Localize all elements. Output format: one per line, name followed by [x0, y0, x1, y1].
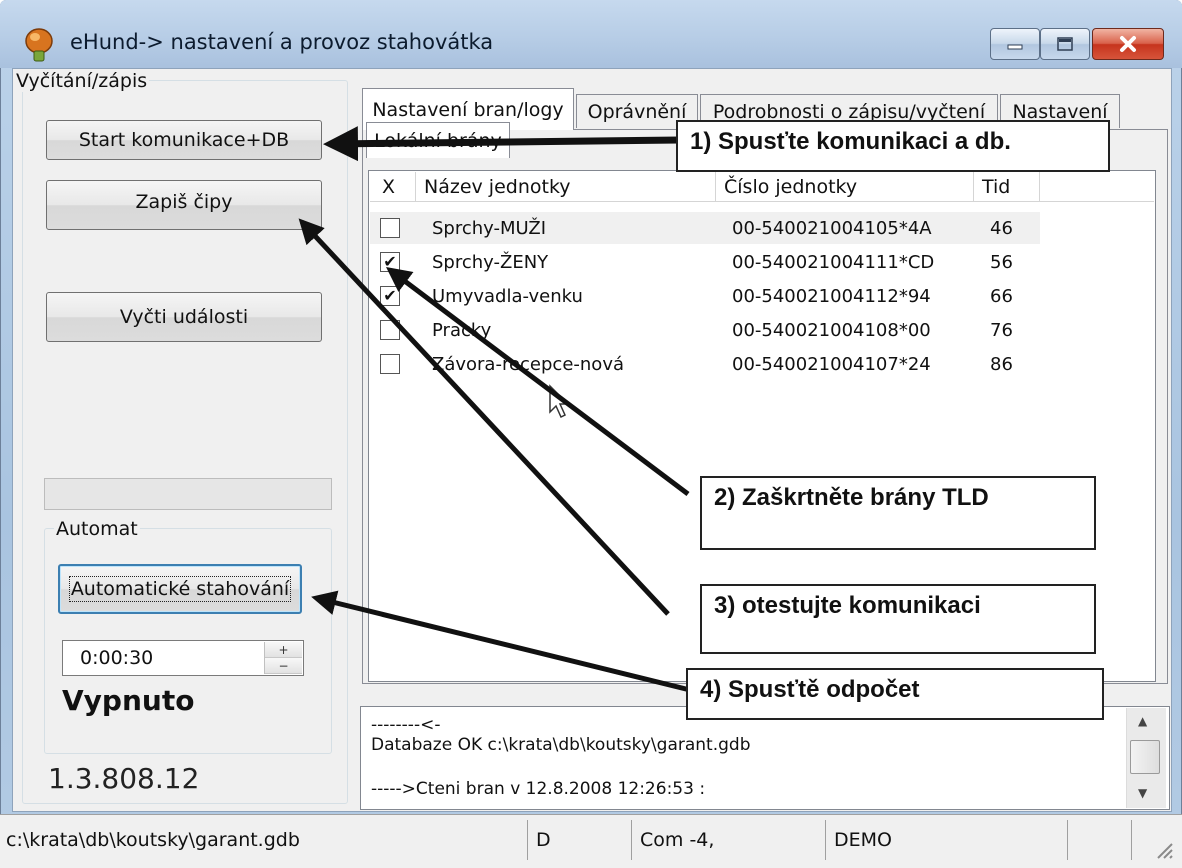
close-icon: [1120, 36, 1136, 52]
app-icon: [25, 28, 53, 62]
column-header-number[interactable]: Číslo jednotky: [716, 172, 974, 202]
row-name: Sprchy-MUŽI: [432, 217, 547, 239]
log-line: Databaze OK c:\krata\db\koutsky\garant.g…: [371, 735, 751, 755]
row-number: 00-540021004105*4A: [732, 217, 932, 239]
column-header-name[interactable]: Název jednotky: [416, 172, 716, 202]
read-write-group-label: Vyčítání/zápis: [14, 70, 150, 92]
callout-step-2: 2) Zaškrtněte brány TLD: [700, 476, 1096, 550]
spin-down-icon[interactable]: −: [265, 658, 302, 674]
auto-group-label: Automat: [54, 518, 140, 540]
read-events-label: Vyčti události: [119, 306, 249, 328]
auto-download-button[interactable]: Automatické stahování: [58, 564, 302, 614]
window-title: eHund-> nastavení a provoz stahovátka: [70, 30, 494, 54]
progress-bar: [44, 478, 332, 510]
write-chips-button[interactable]: Zapiš čipy: [46, 180, 322, 230]
auto-download-label: Automatické stahování: [68, 576, 292, 602]
row-checkbox[interactable]: [380, 218, 400, 238]
checkmark-icon: ✔: [383, 286, 397, 305]
row-tid: 66: [990, 285, 1013, 307]
row-name: Umyvadla-venku: [432, 285, 583, 307]
column-header-tid[interactable]: Tid: [974, 172, 1040, 202]
start-communication-label: Start komunikace+DB: [78, 129, 290, 151]
interval-spin-buttons[interactable]: + −: [264, 642, 302, 674]
row-name: Pracky: [432, 319, 492, 341]
write-chips-label: Zapiš čipy: [135, 191, 233, 213]
minimize-icon: [1007, 44, 1023, 50]
subtab-local-gates[interactable]: Lokální brány: [366, 122, 510, 158]
row-number: 00-540021004112*94: [732, 285, 931, 307]
row-tid: 56: [990, 251, 1013, 273]
row-checkbox[interactable]: ✔: [380, 252, 400, 272]
status-drive: D: [530, 820, 632, 860]
mouse-cursor-icon: [549, 384, 570, 419]
maximize-icon: [1057, 37, 1073, 51]
callout-step-3: 3) otestujte komunikaci: [700, 584, 1096, 654]
callout-step-4: 4) Spusťtě odpočet: [686, 668, 1104, 720]
scroll-up-icon[interactable]: ▲: [1138, 714, 1147, 728]
status-com-port: Com -4,: [634, 820, 826, 860]
checkmark-icon: ✔: [383, 252, 397, 271]
row-tid: 76: [990, 319, 1013, 341]
row-name: Sprchy-ŽENY: [432, 251, 549, 273]
subtab-local-gates-label: Lokální brány: [374, 129, 502, 152]
status-mode: DEMO: [828, 820, 1068, 860]
close-button[interactable]: [1092, 28, 1164, 60]
log-textbox[interactable]: --------<- Databaze OK c:\krata\db\kouts…: [360, 706, 1170, 810]
start-communication-button[interactable]: Start komunikace+DB: [46, 120, 322, 160]
log-scroll-thumb[interactable]: [1130, 740, 1160, 774]
row-number: 00-540021004107*24: [732, 353, 931, 375]
row-tid: 86: [990, 353, 1013, 375]
row-number: 00-540021004108*00: [732, 319, 931, 341]
row-name: Závora-recepce-nová: [432, 353, 624, 375]
scroll-down-icon[interactable]: ▼: [1138, 786, 1147, 800]
row-checkbox[interactable]: ✔: [380, 286, 400, 306]
tab-gates-logs-label: Nastavení bran/logy: [372, 98, 564, 121]
tab-permissions-label: Oprávnění: [587, 100, 687, 123]
resize-grip-icon[interactable]: [1152, 838, 1174, 860]
read-events-button[interactable]: Vyčti události: [46, 292, 322, 342]
spin-up-icon[interactable]: +: [265, 642, 302, 658]
maximize-button[interactable]: [1040, 28, 1090, 60]
column-header-check[interactable]: X: [370, 172, 416, 202]
version-label: 1.3.808.12: [48, 762, 200, 795]
row-checkbox[interactable]: [380, 354, 400, 374]
minimize-button[interactable]: [990, 28, 1040, 60]
callout-step-1: 1) Spusťte komunikaci a db.: [676, 120, 1110, 172]
auto-state: Vypnuto: [62, 684, 195, 717]
row-checkbox[interactable]: [380, 320, 400, 340]
status-extra: [1070, 820, 1132, 860]
status-db-path: c:\krata\db\koutsky\garant.gdb: [2, 820, 528, 860]
interval-value[interactable]: 0:00:30: [80, 647, 153, 669]
log-line: ----->Cteni bran v 12.8.2008 12:26:53 :: [371, 779, 706, 799]
row-number: 00-540021004111*CD: [732, 251, 935, 273]
row-tid: 46: [990, 217, 1013, 239]
